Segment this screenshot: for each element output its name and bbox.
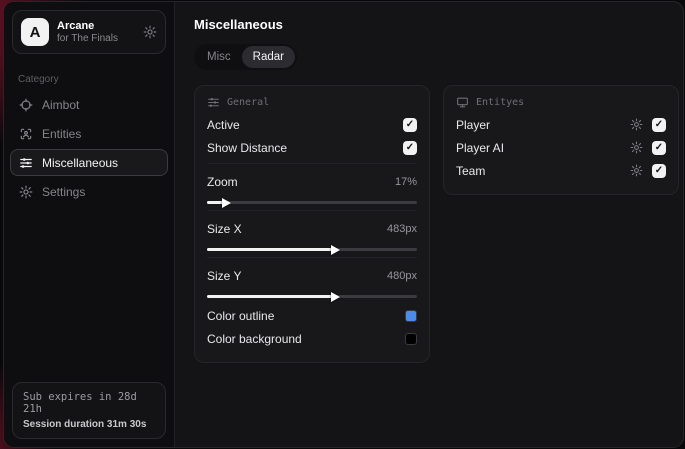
entities-panel: Entityes Player Player AI bbox=[443, 85, 679, 195]
size-y-slider[interactable] bbox=[207, 291, 417, 302]
slider-thumb[interactable] bbox=[331, 244, 340, 255]
page-title: Miscellaneous bbox=[194, 17, 283, 32]
sidebar-item-label: Aimbot bbox=[42, 97, 80, 112]
entities-panel-title: Entityes bbox=[476, 97, 525, 108]
color-background-swatch[interactable] bbox=[405, 332, 417, 345]
size-x-slider-section: Size X 483px bbox=[207, 210, 417, 255]
sidebar-item-miscellaneous[interactable]: Miscellaneous bbox=[10, 149, 168, 176]
brand-texts: Arcane for The Finals bbox=[57, 20, 135, 44]
general-panel-header: General bbox=[207, 96, 417, 109]
entity-label: Player bbox=[456, 117, 491, 132]
toggle-label: Show Distance bbox=[207, 140, 288, 155]
app-window: A Arcane for The Finals Category Aimbot bbox=[3, 1, 684, 448]
gear-icon[interactable] bbox=[630, 164, 643, 177]
brand-card: A Arcane for The Finals bbox=[12, 10, 166, 54]
entity-label: Player AI bbox=[456, 140, 505, 155]
slider-label: Zoom bbox=[207, 174, 238, 189]
size-x-slider[interactable] bbox=[207, 244, 417, 255]
toggle-label: Active bbox=[207, 117, 240, 132]
color-outline-swatch[interactable] bbox=[405, 309, 417, 322]
sidebar-item-label: Settings bbox=[42, 184, 86, 199]
main-content: Miscellaneous Misc Radar General Active … bbox=[175, 2, 683, 447]
scan-person-icon bbox=[20, 128, 32, 139]
color-label: Color outline bbox=[207, 308, 275, 323]
sidebar-nav: Aimbot Entities Miscellaneous Settings bbox=[4, 91, 174, 205]
entity-label: Team bbox=[456, 163, 486, 178]
slider-label: Size Y bbox=[207, 268, 242, 283]
entity-row-team: Team bbox=[456, 159, 666, 182]
sliders-icon bbox=[20, 157, 32, 168]
general-panel: General Active Show Distance Zoom 17% bbox=[194, 85, 430, 363]
gear-icon[interactable] bbox=[143, 25, 157, 39]
zoom-slider[interactable] bbox=[207, 197, 417, 208]
sidebar-item-entities[interactable]: Entities bbox=[10, 120, 168, 147]
tab-radar[interactable]: Radar bbox=[241, 46, 295, 68]
entity-row-player-ai: Player AI bbox=[456, 136, 666, 159]
subscription-card: Sub expires in 28d 21h Session duration … bbox=[12, 382, 166, 439]
crosshair-icon bbox=[19, 98, 33, 111]
slider-thumb[interactable] bbox=[221, 197, 231, 208]
entity-row-player: Player bbox=[456, 113, 666, 136]
sidebar-item-aimbot[interactable]: Aimbot bbox=[10, 91, 168, 118]
session-duration-text: Session duration 31m 30s bbox=[23, 419, 147, 430]
sub-expires-text: Sub expires in 28d 21h bbox=[23, 391, 137, 415]
slider-value: 480px bbox=[387, 269, 417, 282]
active-checkbox[interactable] bbox=[403, 117, 417, 132]
zoom-slider-section: Zoom 17% bbox=[207, 163, 417, 208]
entities-panel-header: Entityes bbox=[456, 96, 666, 109]
color-row-outline: Color outline bbox=[207, 304, 417, 327]
color-label: Color background bbox=[207, 331, 302, 346]
tab-group: Misc Radar bbox=[194, 44, 297, 70]
gear-icon[interactable] bbox=[630, 141, 643, 154]
player-ai-checkbox[interactable] bbox=[652, 140, 666, 155]
sidebar-item-label: Entities bbox=[42, 126, 82, 141]
player-checkbox[interactable] bbox=[652, 117, 666, 132]
general-panel-title: General bbox=[227, 97, 270, 108]
sliders-icon bbox=[208, 98, 219, 107]
monitor-icon bbox=[457, 97, 468, 108]
slider-label: Size X bbox=[207, 221, 242, 236]
color-row-background: Color background bbox=[207, 327, 417, 350]
sidebar: A Arcane for The Finals Category Aimbot bbox=[4, 2, 175, 447]
gear-icon[interactable] bbox=[630, 118, 643, 131]
brand-subtitle: for The Finals bbox=[57, 33, 118, 44]
gear-icon bbox=[19, 185, 33, 198]
brand-name: Arcane bbox=[57, 20, 95, 32]
slider-value: 17% bbox=[394, 175, 417, 188]
category-label: Category bbox=[18, 74, 59, 85]
size-y-slider-section: Size Y 480px bbox=[207, 257, 417, 302]
tab-misc[interactable]: Misc bbox=[196, 46, 242, 68]
slider-value: 483px bbox=[387, 222, 417, 235]
brand-logo: A bbox=[21, 18, 49, 46]
sidebar-item-label: Miscellaneous bbox=[42, 155, 119, 170]
toggle-row-show-distance: Show Distance bbox=[207, 136, 417, 159]
team-checkbox[interactable] bbox=[652, 163, 666, 178]
sidebar-item-settings[interactable]: Settings bbox=[10, 178, 168, 205]
show-distance-checkbox[interactable] bbox=[403, 140, 417, 155]
toggle-row-active: Active bbox=[207, 113, 417, 136]
slider-thumb[interactable] bbox=[331, 291, 340, 302]
